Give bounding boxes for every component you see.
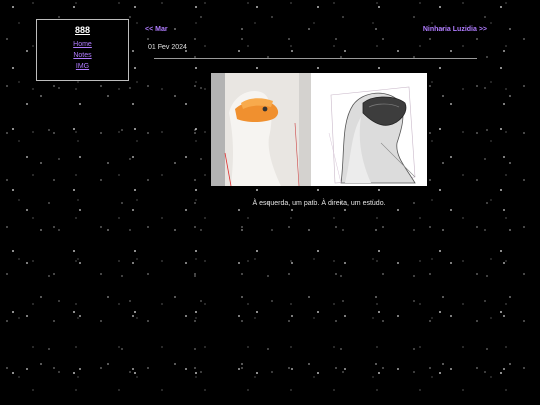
duck-photo-image bbox=[211, 73, 311, 186]
duck-study-sketch bbox=[311, 73, 427, 186]
nav-link-home[interactable]: Home bbox=[73, 41, 92, 49]
prev-post-link[interactable]: << Mar bbox=[145, 26, 168, 33]
post-figure bbox=[211, 73, 427, 186]
next-post-link[interactable]: Ninharia Luzidia >> bbox=[423, 26, 487, 33]
header-divider bbox=[154, 58, 477, 59]
nav-link-notes[interactable]: Notes bbox=[73, 52, 91, 60]
site-title-link[interactable]: 888 bbox=[37, 25, 128, 35]
duck-photo bbox=[211, 73, 311, 186]
duck-study bbox=[311, 73, 427, 186]
sidebar-nav: Home Notes IMG bbox=[37, 41, 128, 71]
post-date: 01 Fev 2024 bbox=[148, 44, 187, 51]
figure-caption: À esquerda, um pato. À direita, um estud… bbox=[252, 200, 386, 207]
sidebar-box: 888 Home Notes IMG bbox=[36, 19, 129, 81]
nav-link-img[interactable]: IMG bbox=[76, 63, 89, 71]
